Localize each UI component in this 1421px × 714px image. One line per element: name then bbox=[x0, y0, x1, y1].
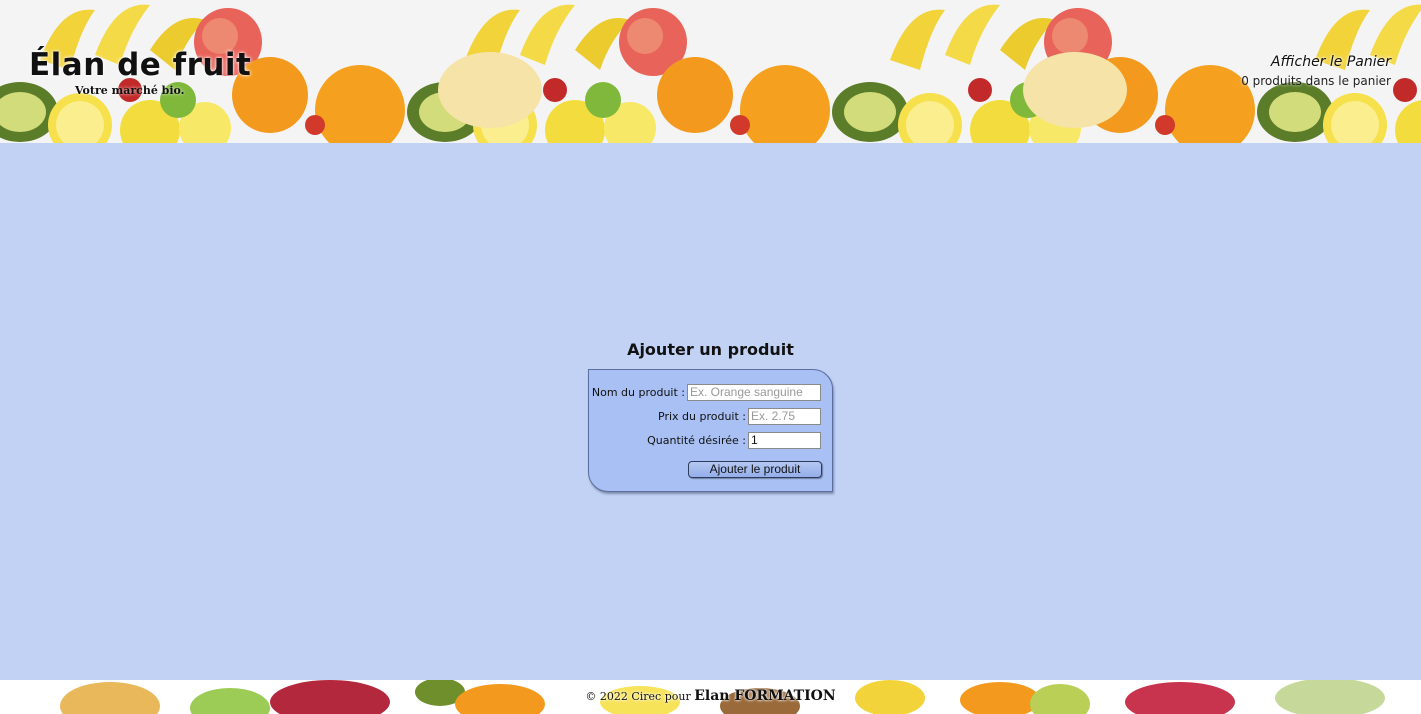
product-name-row: Nom du produit : bbox=[592, 383, 821, 401]
main-content: Ajouter un produit Nom du produit : Prix… bbox=[0, 143, 1421, 680]
quantity-input[interactable] bbox=[748, 431, 821, 449]
copyright: © 2022 Cirec pour Elan FORMATION bbox=[0, 688, 1421, 704]
copyright-org: Elan FORMATION bbox=[694, 688, 836, 704]
cart-count: 0 produits dans le panier bbox=[1241, 74, 1391, 88]
brand: Élan de fruit Votre marché bio. bbox=[29, 46, 252, 97]
product-price-label: Prix du produit : bbox=[658, 409, 746, 423]
product-name-label: Nom du produit : bbox=[591, 385, 685, 399]
brand-title: Élan de fruit bbox=[29, 47, 252, 83]
add-product-form: Nom du produit : Prix du produit : Quant… bbox=[588, 369, 833, 492]
product-name-input[interactable] bbox=[687, 383, 821, 401]
product-price-input[interactable] bbox=[748, 407, 821, 425]
site-header: Élan de fruit Votre marché bio. Afficher… bbox=[0, 0, 1421, 143]
brand-tagline: Votre marché bio. bbox=[75, 84, 185, 97]
add-product-button[interactable]: Ajouter le produit bbox=[688, 461, 822, 478]
form-title: Ajouter un produit bbox=[627, 340, 794, 359]
site-footer: © 2022 Cirec pour Elan FORMATION bbox=[0, 680, 1421, 714]
cart-summary: Afficher le Panier 0 produits dans le pa… bbox=[1241, 52, 1391, 88]
quantity-row: Quantité désirée : bbox=[647, 431, 821, 449]
copyright-text: © 2022 Cirec pour bbox=[585, 690, 691, 703]
quantity-label: Quantité désirée : bbox=[647, 433, 746, 447]
show-cart-link[interactable]: Afficher le Panier bbox=[1241, 52, 1391, 72]
product-price-row: Prix du produit : bbox=[658, 407, 821, 425]
